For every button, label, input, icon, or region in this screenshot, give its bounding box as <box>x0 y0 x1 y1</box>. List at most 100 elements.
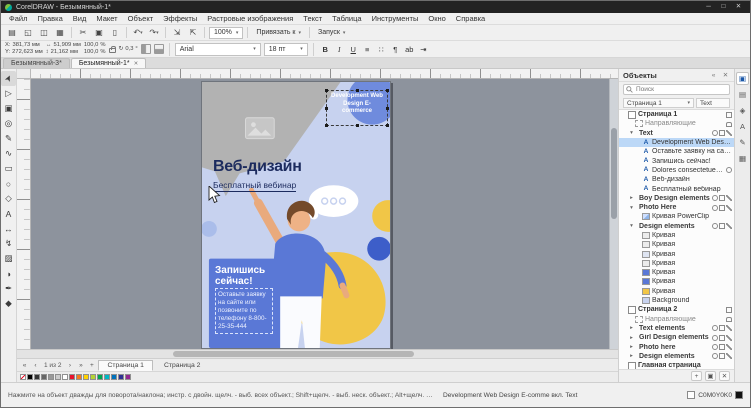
eye-icon[interactable] <box>712 325 718 331</box>
page-tab[interactable]: Страница 1 <box>98 360 152 371</box>
text-direction-button[interactable]: ⇥ <box>417 43 430 56</box>
layer-context-select[interactable]: Text <box>696 98 730 108</box>
color-swatch[interactable] <box>125 374 131 380</box>
expand-arrow-icon[interactable]: ▸ <box>628 353 635 359</box>
eye-icon[interactable] <box>712 195 718 201</box>
menu-item[interactable]: Правка <box>32 13 67 25</box>
first-page-button[interactable]: « <box>20 360 29 370</box>
color-swatch[interactable] <box>111 374 117 380</box>
object-row[interactable]: Кривая <box>619 259 734 268</box>
search-input[interactable] <box>623 84 730 95</box>
eye-icon[interactable] <box>712 130 718 136</box>
object-row[interactable]: Кривая <box>619 287 734 296</box>
selection-handle[interactable] <box>356 124 359 127</box>
expand-arrow-icon[interactable]: ▸ <box>628 195 635 201</box>
import-icon[interactable]: ⇲ <box>170 26 184 39</box>
collapse-docker-icon[interactable]: « <box>709 72 718 79</box>
selection-handle[interactable] <box>386 107 389 110</box>
freehand-tool[interactable]: ✎ <box>1 131 16 146</box>
minimize-button[interactable]: ─ <box>701 1 716 13</box>
eye-icon[interactable] <box>712 335 718 341</box>
color-swatch[interactable] <box>48 374 54 380</box>
artistic-media-tool[interactable]: ∿ <box>1 146 16 161</box>
scripts-docker-icon[interactable]: ▦ <box>736 152 749 165</box>
fill-tool[interactable]: ◆ <box>1 296 16 311</box>
objects-docker-icon[interactable]: ▣ <box>736 72 749 85</box>
selected-text-object[interactable]: Development Web Design E-commerce <box>326 90 388 126</box>
cta-title[interactable]: Запишись сейчас! <box>215 266 287 288</box>
object-row[interactable]: Кривая <box>619 231 734 240</box>
object-row[interactable]: Кривая <box>619 240 734 249</box>
object-row[interactable]: AЗапишись сейчас! <box>619 156 734 165</box>
document-tab[interactable]: Безымянный-1*✕ <box>71 58 146 68</box>
object-position-fields[interactable]: X:381,73 мм Y:272,623 мм <box>5 42 43 56</box>
object-row[interactable]: ▸Text elements <box>619 324 734 333</box>
edit-icon[interactable] <box>726 223 732 229</box>
menu-item[interactable]: Файл <box>4 13 32 25</box>
object-row[interactable]: Background <box>619 296 734 305</box>
print-icon[interactable] <box>726 112 732 118</box>
mirror-horizontal-button[interactable] <box>141 44 151 54</box>
menu-item[interactable]: Таблица <box>327 13 366 25</box>
object-row[interactable]: ADevelopment Web Design E-co... <box>619 138 734 147</box>
object-row[interactable]: AВеб-дизайн <box>619 175 734 184</box>
fill-color-swatch[interactable] <box>687 391 695 399</box>
close-button[interactable]: ✕ <box>731 1 746 13</box>
print-icon[interactable] <box>719 344 725 350</box>
properties-docker-icon[interactable]: ▤ <box>736 88 749 101</box>
italic-button[interactable]: I <box>333 43 346 56</box>
expand-arrow-icon[interactable]: ▸ <box>628 325 635 331</box>
cta-body-text-frame[interactable]: Оставьте заявку на сайте или позвоните п… <box>215 288 273 334</box>
print-icon[interactable] <box>719 223 725 229</box>
print-icon[interactable] <box>719 353 725 359</box>
maximize-button[interactable]: □ <box>716 1 731 13</box>
edit-icon[interactable] <box>726 335 732 341</box>
lock-icon[interactable] <box>726 122 732 127</box>
selection-handle[interactable] <box>386 124 389 127</box>
close-docker-icon[interactable]: ✕ <box>721 71 730 79</box>
copy-icon[interactable]: ▣ <box>92 26 106 39</box>
page-context-select[interactable]: Страница 1▾ <box>623 98 694 108</box>
bullet-list-button[interactable]: ∷ <box>375 43 388 56</box>
selection-handle[interactable] <box>386 89 389 92</box>
symmetry-docker-icon[interactable]: ◈ <box>736 104 749 117</box>
zoom-tool[interactable]: ◎ <box>1 116 16 131</box>
pick-tool[interactable]: ➤ <box>1 71 16 86</box>
font-size-select[interactable]: 18 пт▾ <box>264 43 308 56</box>
object-row[interactable]: Страница 2 <box>619 305 734 314</box>
menu-item[interactable]: Текст <box>298 13 327 25</box>
object-row[interactable]: AБесплатный вебинар <box>619 184 734 193</box>
eye-icon[interactable] <box>726 167 732 173</box>
object-row[interactable]: ▸Girl Design elements <box>619 333 734 342</box>
selection-handle[interactable] <box>325 107 328 110</box>
rectangle-tool[interactable]: ▭ <box>1 161 16 176</box>
menu-item[interactable]: Растровые изображения <box>202 13 298 25</box>
underline-button[interactable]: U <box>347 43 360 56</box>
expand-arrow-icon[interactable]: ▾ <box>628 205 635 211</box>
transparency-tool[interactable]: ◑ <box>1 266 16 281</box>
selection-handle[interactable] <box>356 89 359 92</box>
prev-page-button[interactable]: ‹ <box>31 360 40 370</box>
edit-text-button[interactable]: ab <box>403 43 416 56</box>
zoom-level-select[interactable]: 100%▾ <box>209 27 243 39</box>
drop-cap-button[interactable]: ¶ <box>389 43 402 56</box>
print-icon[interactable] <box>726 307 732 313</box>
no-color-swatch[interactable] <box>20 374 26 380</box>
poster-subtitle[interactable]: Бесплатный вебинар <box>213 180 296 192</box>
object-row[interactable]: Направляющие <box>619 119 734 128</box>
eyedropper-tool[interactable]: ✒ <box>1 281 16 296</box>
eye-icon[interactable] <box>712 223 718 229</box>
print-icon[interactable] <box>719 205 725 211</box>
menu-item[interactable]: Макет <box>91 13 122 25</box>
canvas-horizontal-scrollbar[interactable] <box>17 349 618 358</box>
color-swatch[interactable] <box>97 374 103 380</box>
menu-item[interactable]: Эффекты <box>158 13 202 25</box>
next-page-button[interactable]: › <box>65 360 74 370</box>
selection-handle[interactable] <box>325 89 328 92</box>
text-docker-icon[interactable]: А <box>736 120 749 133</box>
close-tab-icon[interactable]: ✕ <box>134 61 139 67</box>
effects-docker-icon[interactable]: ✎ <box>736 136 749 149</box>
bold-button[interactable]: B <box>319 43 332 56</box>
object-row[interactable]: Кривая <box>619 249 734 258</box>
color-swatch[interactable] <box>118 374 124 380</box>
